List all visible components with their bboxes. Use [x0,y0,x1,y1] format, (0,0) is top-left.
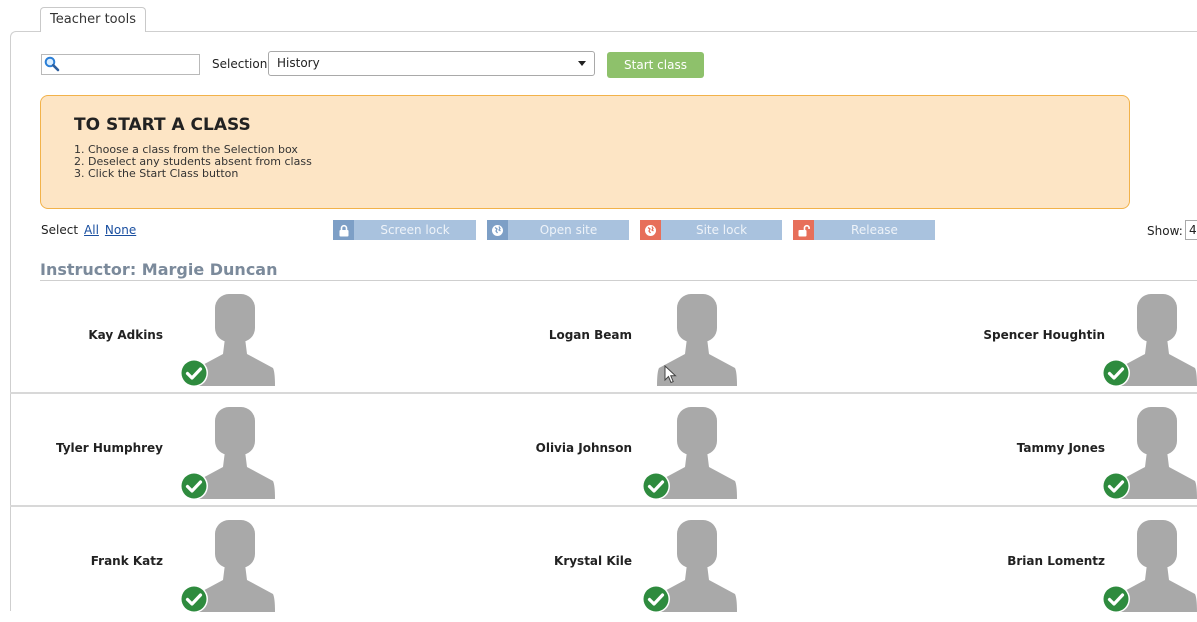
release-button[interactable]: Release [793,220,935,240]
search-icon [44,56,60,72]
divider [40,280,1197,281]
selection-label: Selection [212,57,268,71]
checkmark-icon [1102,585,1130,613]
row-divider [10,505,1197,507]
instruction-step: 3. Click the Start Class button [74,167,239,180]
instructions-title: TO START A CLASS [74,115,251,135]
select-all-link[interactable]: All [84,223,99,237]
chevron-down-icon [578,61,586,66]
instructions-box: TO START A CLASS 1. Choose a class from … [40,95,1130,209]
globe-lock-icon [640,220,661,240]
search-input[interactable] [41,54,200,75]
lock-icon [333,220,354,240]
instructor-heading: Instructor: Margie Duncan [40,260,278,279]
open-site-button[interactable]: Open site [487,220,629,240]
student-name: Tammy Jones [1016,441,1105,455]
select-controls: Select All None [41,223,136,237]
unlock-icon [793,220,814,240]
show-label: Show: [1147,224,1183,238]
screen-lock-label: Screen lock [380,223,450,237]
select-label: Select [41,223,79,237]
globe-icon [487,220,508,240]
student-name: Spencer Houghtin [983,328,1105,342]
release-label: Release [851,223,898,237]
screen-lock-button[interactable]: Screen lock [333,220,476,240]
instructions-list: 1. Choose a class from the Selection box… [74,144,312,180]
checkmark-icon [1102,359,1130,387]
start-class-button[interactable]: Start class [607,52,704,78]
student-card[interactable]: Tammy Jones [10,397,1197,509]
selection-dropdown[interactable]: History [268,51,595,76]
student-row: Tyler Humphrey Olivia Johnson Tammy Jones [10,397,1197,509]
tab-teacher-tools[interactable]: Teacher tools [40,7,146,32]
site-lock-label: Site lock [695,223,748,237]
site-lock-button[interactable]: Site lock [640,220,782,240]
select-none-link[interactable]: None [105,223,136,237]
open-site-label: Open site [539,223,598,237]
selection-value: History [277,56,320,70]
student-card[interactable]: Brian Lomentz [10,510,1197,622]
student-name: Brian Lomentz [1007,554,1105,568]
student-card[interactable]: Spencer Houghtin [10,284,1197,396]
show-count-select[interactable]: 4 [1185,220,1197,240]
checkmark-icon [1102,472,1130,500]
student-row: Frank Katz Krystal Kile Brian Lomentz [10,510,1197,622]
row-divider [10,392,1197,394]
mouse-cursor-icon [664,365,677,384]
student-row: Kay Adkins Logan Beam Spencer Houghtin [10,284,1197,396]
